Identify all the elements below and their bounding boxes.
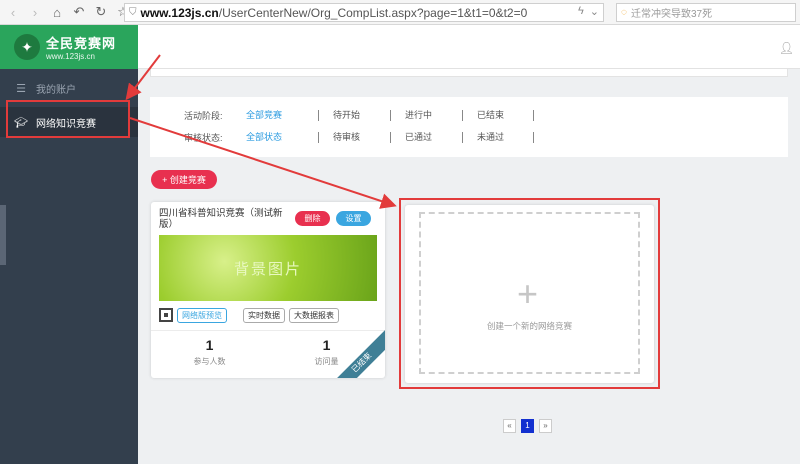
- card-tools: 网络版预览 实时数据 大数据报表: [159, 306, 379, 324]
- next-page-button[interactable]: »: [539, 419, 552, 433]
- bigdata-report-button[interactable]: 大数据报表: [289, 307, 339, 323]
- new-card-dashed-area[interactable]: + 创建一个新的网络竞赛: [419, 212, 640, 374]
- top-header: 👤︎: [138, 25, 800, 69]
- create-competition-button[interactable]: + 创建竞赛: [151, 170, 217, 189]
- filter-option[interactable]: 未通过: [462, 132, 534, 143]
- forward-icon[interactable]: ›: [26, 3, 44, 21]
- filter-label: 审核状态:: [184, 133, 223, 143]
- filter-row-stage: 活动阶段: 全部竞赛 待开始 进行中 已结束: [184, 109, 534, 122]
- preview-button[interactable]: 网络版预览: [177, 307, 227, 323]
- delete-button[interactable]: 删除: [295, 211, 330, 226]
- sidebar-item-label: 我的账户: [36, 84, 76, 96]
- logo[interactable]: ✦ 全民竞赛网 www.123js.cn: [0, 25, 138, 69]
- qr-code-icon[interactable]: [159, 308, 173, 322]
- lightning-icon[interactable]: ϟ: [578, 5, 584, 18]
- logo-icon: ✦: [14, 34, 40, 60]
- search-engine-icon: ◌: [621, 7, 627, 18]
- stat-value: 1: [205, 337, 214, 353]
- main-content: 活动阶段: 全部竞赛 待开始 进行中 已结束 审核状态: 全部状态 待审核 已通…: [138, 69, 800, 464]
- settings-button[interactable]: 设置: [336, 211, 371, 226]
- highlight-box-sidebar: [6, 100, 130, 138]
- search-input[interactable]: ◌ 迁常冲突导致37死: [616, 3, 796, 22]
- stat-label: 参与人数: [193, 357, 226, 366]
- user-icon[interactable]: 👤︎: [779, 41, 794, 55]
- stat-participants: 1 参与人数: [151, 331, 268, 378]
- plus-icon: +: [517, 273, 539, 314]
- logo-name: 全民竞赛网: [46, 36, 117, 51]
- sidebar: ✦ 全民竞赛网 www.123js.cn ☰ 我的账户 🎓︎ 网络知识竞赛: [0, 25, 138, 464]
- filter-option[interactable]: 进行中: [390, 110, 462, 121]
- banner-text: 背景图片: [233, 260, 302, 278]
- shield-icon: ⛉: [129, 7, 137, 18]
- url-host: www.123js.cn: [140, 5, 219, 20]
- settings-label: 设置: [345, 214, 362, 223]
- prev-page-button[interactable]: «: [503, 419, 516, 433]
- dropdown-icon[interactable]: ⌄: [590, 5, 599, 18]
- banner-image: 背景图片: [159, 235, 377, 301]
- realtime-data-button[interactable]: 实时数据: [243, 307, 285, 323]
- address-bar[interactable]: ⛉ www.123js.cn/UserCenterNew/Org_CompLis…: [124, 3, 604, 22]
- url-path: /UserCenterNew/Org_CompList.aspx?page=1&…: [218, 5, 528, 20]
- filter-option[interactable]: 已结束: [462, 110, 534, 121]
- home-icon[interactable]: ⌂: [48, 3, 66, 21]
- filter-row-review: 审核状态: 全部状态 待审核 已通过 未通过: [184, 131, 534, 144]
- filter-option[interactable]: 全部状态: [246, 132, 318, 143]
- filter-option[interactable]: 已通过: [390, 132, 462, 143]
- filter-option[interactable]: 待开始: [318, 110, 390, 121]
- top-panel: [150, 69, 788, 77]
- page-1-button[interactable]: 1: [521, 419, 534, 433]
- browser-toolbar: ‹ › ⌂ ↶ ↻ ☆ ⛉ www.123js.cn/UserCenterNew…: [0, 0, 800, 25]
- pagination: « 1 »: [503, 419, 552, 433]
- scrollbar[interactable]: [0, 205, 6, 265]
- logo-url: www.123js.cn: [46, 52, 95, 61]
- back-icon[interactable]: ‹: [4, 3, 22, 21]
- competition-title: 四川省科普知识竞赛（测试新版）: [159, 208, 283, 230]
- reload-icon[interactable]: ↻: [92, 3, 110, 21]
- filter-label: 活动阶段:: [184, 111, 223, 121]
- delete-label: 删除: [304, 214, 321, 223]
- sidebar-item-account[interactable]: ☰ 我的账户: [0, 73, 138, 103]
- competition-card[interactable]: 四川省科普知识竞赛（测试新版） 删除 设置 背景图片 网络版预览 实时数据 大数…: [151, 202, 385, 378]
- filter-panel: 活动阶段: 全部竞赛 待开始 进行中 已结束 审核状态: 全部状态 待审核 已通…: [150, 97, 788, 157]
- new-competition-card[interactable]: + 创建一个新的网络竞赛: [405, 205, 654, 383]
- filter-option[interactable]: 全部竞赛: [246, 110, 318, 121]
- filter-option[interactable]: 待审核: [318, 132, 390, 143]
- search-placeholder: 迁常冲突导致37死: [630, 9, 713, 20]
- undo-icon[interactable]: ↶: [70, 3, 88, 21]
- database-icon: ☰: [16, 82, 26, 95]
- new-card-label: 创建一个新的网络竞赛: [486, 321, 572, 331]
